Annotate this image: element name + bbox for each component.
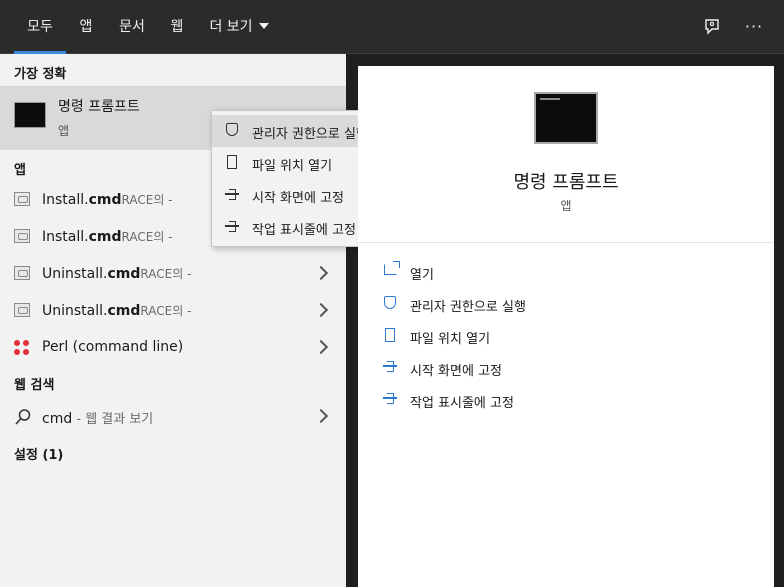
tab-more[interactable]: 더 보기 [204,0,274,54]
ctx-item-label: 파일 위치 열기 [252,159,333,174]
app-result-label: Install.cmdRACE의 - [42,229,173,245]
script-file-icon [14,192,30,206]
divider [358,242,774,243]
script-file-icon [14,229,30,243]
ctx-item-label: 시작 화면에 고정 [252,191,344,206]
script-file-icon [14,266,30,280]
tab-apps[interactable]: 앱 [74,0,98,54]
section-web-search: 웹 검색 [14,378,55,393]
shield-icon [382,296,398,312]
app-result-label: Install.cmdRACE의 - [42,192,173,208]
detail-title: 명령 프롬프트 [513,172,619,193]
action-label: 시작 화면에 고정 [410,364,502,379]
web-search-item[interactable]: cmd - 웹 결과 보기 [0,398,346,435]
chevron-right-icon[interactable] [316,338,326,356]
file-location-icon [382,328,398,344]
ctx-item-label: 작업 표시줄에 고정 [252,223,356,238]
section-best-match: 가장 정확 [14,67,67,82]
file-location-icon [224,155,240,171]
tab-web[interactable]: 웹 [164,0,190,54]
action-label: 작업 표시줄에 고정 [410,396,514,411]
tab-documents[interactable]: 문서 [112,0,152,54]
more-options-icon[interactable]: ··· [742,15,766,39]
app-result-label: Uninstall.cmdRACE의 - [42,303,192,319]
web-search-label: cmd - 웹 결과 보기 [42,411,154,427]
perl-icon [14,340,30,356]
command-prompt-icon [534,92,598,144]
chevron-right-icon[interactable] [316,264,326,282]
chevron-right-icon[interactable] [316,301,326,319]
best-match-title: 명령 프롬프트 [58,99,140,115]
chevron-down-icon [258,23,269,29]
action-pin-to-start[interactable]: 시작 화면에 고정 [358,353,774,383]
shield-icon [224,123,240,139]
chevron-right-icon[interactable] [316,407,326,425]
app-result-label: Uninstall.cmdRACE의 - [42,266,192,282]
ctx-item-label: 관리자 권한으로 실행 [252,127,368,142]
tab-label: 더 보기 [209,19,253,35]
search-icon [14,408,32,430]
script-file-icon [14,303,30,317]
action-pin-to-taskbar[interactable]: 작업 표시줄에 고정 [358,385,774,415]
action-label: 파일 위치 열기 [410,332,491,347]
detail-panel: 명령 프롬프트 앱 열기 관리자 권한으로 실행 파일 위치 열기 시작 화면에… [358,66,774,587]
tab-all[interactable]: 모두 [14,0,66,54]
feedback-icon[interactable] [700,15,724,39]
app-result-item[interactable]: Uninstall.cmdRACE의 - [0,292,346,329]
section-settings[interactable]: 설정 (1) [14,444,63,463]
action-label: 관리자 권한으로 실행 [410,300,526,315]
pin-icon [382,360,398,376]
open-icon [382,261,400,280]
action-run-as-admin[interactable]: 관리자 권한으로 실행 [358,289,774,319]
pin-icon [224,187,240,203]
tab-label: 문서 [119,19,145,35]
command-prompt-icon [14,102,46,128]
best-match-subtitle: 앱 [58,124,70,138]
tab-label: 웹 [170,19,184,35]
pin-icon [382,392,398,408]
app-result-item[interactable]: Uninstall.cmdRACE의 - [0,255,346,292]
search-filter-bar: 모두 앱 문서 웹 더 보기 ··· [0,0,784,54]
pin-icon [224,219,240,235]
action-open[interactable]: 열기 [358,257,774,287]
action-open-file-location[interactable]: 파일 위치 열기 [358,321,774,351]
tab-label: 앱 [79,19,93,35]
section-apps: 앱 [14,163,26,178]
perl-result-item[interactable]: Perl (command line) [0,329,346,366]
action-label: 열기 [410,268,434,283]
tab-label: 모두 [27,19,53,35]
perl-result-label: Perl (command line) [42,339,184,355]
detail-subtitle: 앱 [560,199,572,213]
